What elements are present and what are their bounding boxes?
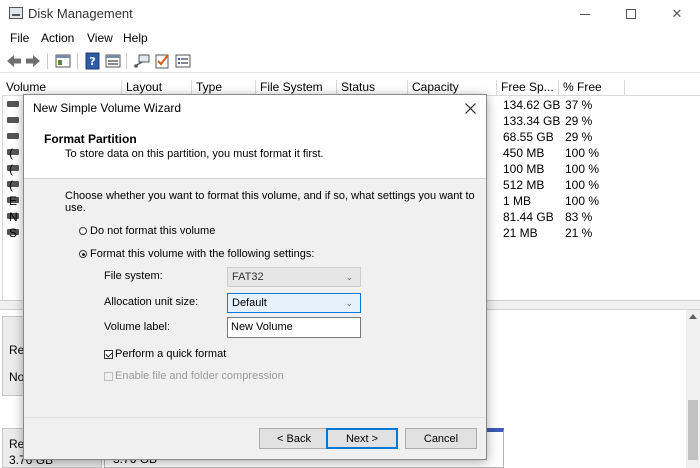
format-volume-label[interactable]: Format this volume with the following se… <box>90 248 314 260</box>
toolbar-separator <box>126 53 127 69</box>
free-space: 133.34 GB <box>503 114 561 128</box>
percent-free: 21 % <box>565 226 593 240</box>
file-system-label: File system: <box>104 270 163 282</box>
file-system-select[interactable]: FAT32 ⌄ <box>227 267 361 287</box>
free-space: 68.55 GB <box>503 130 554 144</box>
next-button[interactable]: Next > <box>326 428 398 449</box>
do-not-format-radio[interactable] <box>79 227 87 235</box>
compression-checkbox[interactable] <box>104 372 113 381</box>
app-titlebar: Disk Management ✕ <box>0 0 700 28</box>
scroll-up-icon[interactable] <box>689 314 697 319</box>
format-volume-radio[interactable] <box>79 250 87 258</box>
close-icon: ✕ <box>671 6 683 21</box>
wizard-step-title: Format Partition <box>44 132 137 146</box>
wizard-step-subtitle: To store data on this partition, you mus… <box>65 148 324 160</box>
do-not-format-label[interactable]: Do not format this volume <box>90 225 215 237</box>
percent-free: 83 % <box>565 210 593 224</box>
close-icon <box>464 102 476 114</box>
chevron-down-icon: ⌄ <box>345 272 353 282</box>
allocation-unit-size-label: Allocation unit size: <box>104 296 199 308</box>
menu-bar: File Action View Help <box>0 28 700 48</box>
free-space: 134.62 GB <box>503 98 561 112</box>
toolbar-separator <box>77 53 78 69</box>
free-space: 1 MB <box>503 194 532 208</box>
view-icon[interactable] <box>104 52 122 70</box>
menu-help[interactable]: Help <box>123 31 148 45</box>
toolbar-separator <box>47 53 48 69</box>
minimize-icon <box>580 13 590 15</box>
volume-name: N <box>9 210 18 224</box>
forward-arrow-icon[interactable] <box>24 52 42 70</box>
menu-view[interactable]: View <box>87 31 113 45</box>
volume-label-label: Volume label: <box>104 321 171 333</box>
volume-icon <box>7 117 19 123</box>
back-button[interactable]: < Back <box>259 428 329 449</box>
menu-action[interactable]: Action <box>41 31 74 45</box>
compression-label: Enable file and folder compression <box>115 370 284 382</box>
volume-name: ( <box>9 178 13 192</box>
allocation-unit-size-select[interactable]: Default ⌄ <box>227 293 361 313</box>
connect-icon[interactable] <box>133 52 151 70</box>
percent-free: 37 % <box>565 98 593 112</box>
new-simple-volume-wizard: New Simple Volume Wizard Format Partitio… <box>23 94 487 460</box>
percent-free: 100 % <box>565 194 600 208</box>
percent-free: 29 % <box>565 114 593 128</box>
quick-format-checkbox[interactable] <box>104 350 113 359</box>
disk-management-icon <box>9 7 23 19</box>
cancel-button[interactable]: Cancel <box>405 428 477 449</box>
list-icon[interactable] <box>174 52 192 70</box>
svg-text:?: ? <box>89 55 95 68</box>
app-title: Disk Management <box>28 6 133 21</box>
free-space: 100 MB <box>503 162 545 176</box>
volume-name: ( <box>9 146 13 160</box>
free-space: 81.44 GB <box>503 210 554 224</box>
close-button[interactable]: ✕ <box>654 0 700 28</box>
column-percent-free[interactable]: % Free <box>559 80 625 96</box>
wizard-header: Format Partition To store data on this p… <box>24 121 486 179</box>
percent-free: 100 % <box>565 146 600 160</box>
percent-free: 29 % <box>565 130 593 144</box>
quick-format-label[interactable]: Perform a quick format <box>115 348 226 360</box>
scroll-thumb[interactable] <box>688 400 698 460</box>
menu-file[interactable]: File <box>10 31 29 45</box>
help-icon[interactable]: ? <box>84 52 102 70</box>
column-free-space[interactable]: Free Sp... <box>497 80 559 96</box>
volume-icon <box>7 101 19 107</box>
volume-label-value: New Volume <box>231 321 293 333</box>
volume-icon <box>7 133 19 139</box>
bottom-pane-scrollbar[interactable] <box>686 310 700 468</box>
back-arrow-icon[interactable] <box>5 52 23 70</box>
file-system-value: FAT32 <box>232 271 264 283</box>
maximize-button[interactable] <box>608 0 654 28</box>
minimize-button[interactable] <box>562 0 608 28</box>
free-space: 21 MB <box>503 226 538 240</box>
volume-name: E <box>9 194 18 208</box>
allocation-unit-size-value: Default <box>232 297 267 309</box>
free-space: 450 MB <box>503 146 545 160</box>
properties-icon[interactable] <box>54 52 72 70</box>
dialog-title: New Simple Volume Wizard <box>33 101 182 115</box>
dialog-close-button[interactable] <box>459 98 481 118</box>
toolbar: ? <box>0 49 700 73</box>
volume-label-input[interactable]: New Volume <box>227 317 361 338</box>
volume-name: S <box>9 226 18 240</box>
maximize-icon <box>626 9 636 19</box>
percent-free: 100 % <box>565 178 600 192</box>
format-prompt: Choose whether you want to format this v… <box>65 190 475 214</box>
dialog-titlebar: New Simple Volume Wizard <box>24 95 486 121</box>
check-icon[interactable] <box>153 52 171 70</box>
volume-name: ( <box>9 162 13 176</box>
chevron-down-icon: ⌄ <box>345 298 353 308</box>
percent-free: 100 % <box>565 162 600 176</box>
free-space: 512 MB <box>503 178 545 192</box>
